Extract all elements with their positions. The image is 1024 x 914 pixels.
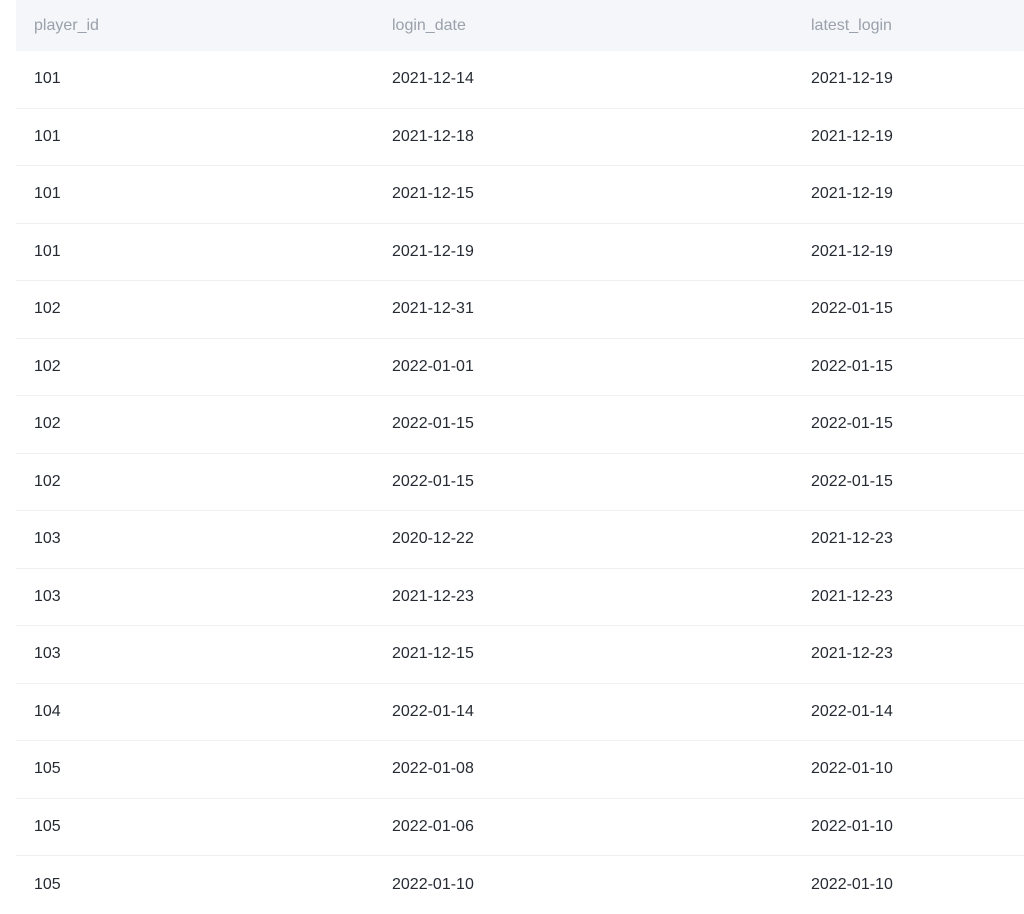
cell-player-id: 103 — [34, 587, 61, 605]
cell-login-date: 2022-01-08 — [392, 760, 474, 778]
column-header-player-id[interactable]: player_id — [34, 0, 99, 51]
results-table: player_id login_date latest_login 101 202… — [16, 0, 1024, 914]
table-row[interactable]: 101 2021-12-14 2021-12-19 — [16, 51, 1024, 109]
cell-login-date: 2022-01-01 — [392, 357, 474, 375]
cell-latest-login: 2022-01-15 — [811, 300, 893, 318]
table-row[interactable]: 102 2022-01-15 2022-01-15 — [16, 454, 1024, 511]
cell-latest-login: 2021-12-19 — [811, 70, 893, 88]
cell-login-date: 2022-01-06 — [392, 817, 474, 835]
cell-latest-login: 2022-01-14 — [811, 702, 893, 720]
cell-player-id: 101 — [34, 242, 61, 260]
cell-player-id: 101 — [34, 70, 61, 88]
cell-login-date: 2021-12-18 — [392, 127, 474, 145]
table-row[interactable]: 105 2022-01-06 2022-01-10 — [16, 799, 1024, 856]
table-row[interactable]: 101 2021-12-18 2021-12-19 — [16, 109, 1024, 166]
table-row[interactable]: 105 2022-01-08 2022-01-10 — [16, 741, 1024, 799]
table-row[interactable]: 102 2022-01-15 2022-01-15 — [16, 396, 1024, 454]
cell-player-id: 105 — [34, 875, 61, 893]
cell-latest-login: 2022-01-15 — [811, 415, 893, 433]
cell-latest-login: 2021-12-23 — [811, 530, 893, 548]
cell-login-date: 2021-12-14 — [392, 70, 474, 88]
cell-latest-login: 2022-01-10 — [811, 817, 893, 835]
table-row[interactable]: 103 2021-12-23 2021-12-23 — [16, 569, 1024, 626]
cell-latest-login: 2021-12-19 — [811, 242, 893, 260]
cell-latest-login: 2021-12-19 — [811, 127, 893, 145]
cell-player-id: 102 — [34, 415, 61, 433]
cell-login-date: 2021-12-15 — [392, 645, 474, 663]
cell-latest-login: 2021-12-19 — [811, 185, 893, 203]
table-row[interactable]: 104 2022-01-14 2022-01-14 — [16, 684, 1024, 741]
column-header-latest-login[interactable]: latest_login — [811, 0, 892, 51]
column-header-login-date[interactable]: login_date — [392, 0, 466, 51]
cell-player-id: 101 — [34, 185, 61, 203]
cell-player-id: 102 — [34, 472, 61, 490]
table-row[interactable]: 101 2021-12-19 2021-12-19 — [16, 224, 1024, 281]
cell-login-date: 2021-12-31 — [392, 300, 474, 318]
cell-login-date: 2021-12-23 — [392, 587, 474, 605]
cell-latest-login: 2021-12-23 — [811, 645, 893, 663]
table-body: 101 2021-12-14 2021-12-19 101 2021-12-18 2021… — [16, 51, 1024, 914]
cell-player-id: 103 — [34, 530, 61, 548]
table-header-row: player_id login_date latest_login — [16, 0, 1024, 51]
cell-latest-login: 2022-01-10 — [811, 760, 893, 778]
cell-login-date: 2021-12-19 — [392, 242, 474, 260]
table-row[interactable]: 101 2021-12-15 2021-12-19 — [16, 166, 1024, 224]
cell-login-date: 2022-01-10 — [392, 875, 474, 893]
cell-login-date: 2022-01-15 — [392, 472, 474, 490]
cell-login-date: 2020-12-22 — [392, 530, 474, 548]
table-row[interactable]: 102 2021-12-31 2022-01-15 — [16, 281, 1024, 339]
cell-latest-login: 2022-01-10 — [811, 875, 893, 893]
cell-player-id: 102 — [34, 357, 61, 375]
table-row[interactable]: 103 2021-12-15 2021-12-23 — [16, 626, 1024, 684]
cell-login-date: 2021-12-15 — [392, 185, 474, 203]
table-row[interactable]: 103 2020-12-22 2021-12-23 — [16, 511, 1024, 569]
cell-player-id: 103 — [34, 645, 61, 663]
table-row[interactable]: 105 2022-01-10 2022-01-10 — [16, 856, 1024, 914]
cell-player-id: 102 — [34, 300, 61, 318]
cell-login-date: 2022-01-15 — [392, 415, 474, 433]
cell-player-id: 104 — [34, 702, 61, 720]
cell-latest-login: 2021-12-23 — [811, 587, 893, 605]
cell-player-id: 105 — [34, 817, 61, 835]
cell-latest-login: 2022-01-15 — [811, 472, 893, 490]
table-row[interactable]: 102 2022-01-01 2022-01-15 — [16, 339, 1024, 396]
cell-player-id: 101 — [34, 127, 61, 145]
cell-latest-login: 2022-01-15 — [811, 357, 893, 375]
cell-login-date: 2022-01-14 — [392, 702, 474, 720]
cell-player-id: 105 — [34, 760, 61, 778]
